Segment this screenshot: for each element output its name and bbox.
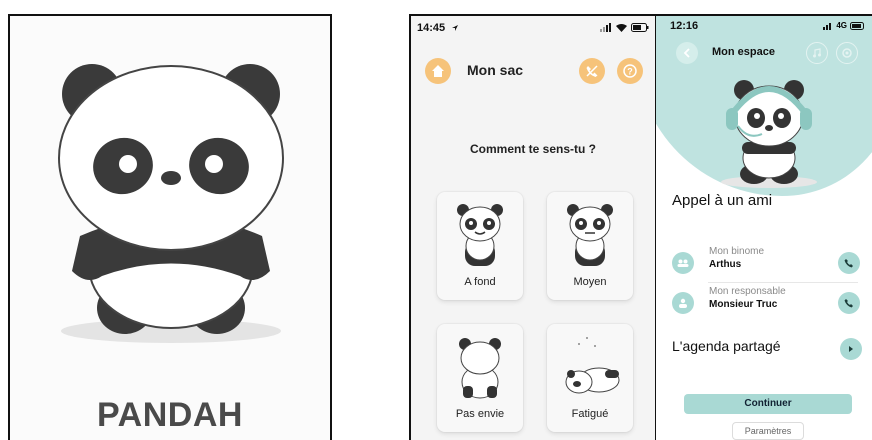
panda-happy-icon [457,204,503,266]
chevron-left-icon [683,48,690,58]
settings-link-button[interactable]: Paramètres [732,422,804,440]
emergency-call-button[interactable] [579,58,605,84]
mood-label: A fond [464,276,496,288]
chevron-right-icon [849,346,853,352]
contact-name: Monsieur Truc [709,299,778,310]
brand-wordmark: PANDAH [97,396,243,434]
home-button[interactable] [425,58,451,84]
call-binome-button[interactable] [838,252,860,274]
contact-role: Mon binome [709,246,765,257]
mood-card-moyen[interactable]: Moyen [547,192,633,300]
mood-question: Comment te sens-tu ? [469,142,596,156]
gear-icon [842,48,852,58]
wifi-icon [616,24,627,32]
status-time: 14:45 [417,22,446,34]
user-avatar-icon [672,292,694,314]
page-title: Mon espace [712,46,775,58]
open-agenda-button[interactable] [840,338,862,360]
home-icon [432,65,444,77]
panda-neutral-icon [567,204,613,266]
call-section-title: Appel à un ami [672,192,773,209]
mood-card-fatigue[interactable]: Fatigué [547,324,633,432]
mood-card-a-fond[interactable]: A fond [437,192,523,300]
divider [708,282,858,283]
music-icon [813,48,821,58]
logo-panel: PANDAH [8,14,332,440]
contact-row-responsable: Mon responsable Monsieur Truc [672,286,862,322]
phone-off-icon [586,65,598,77]
phone-icon [844,299,853,308]
settings-button[interactable] [836,42,858,64]
mood-label: Moyen [573,276,607,288]
music-button[interactable] [806,42,828,64]
contact-role: Mon responsable [709,286,786,297]
help-icon: ? [623,64,637,78]
svg-text:?: ? [627,67,633,77]
mood-screen: 14:45 Mon sac ? Comment te sens-tu ? A f… [409,14,656,440]
space-screen: 12:16 4G Mon espace Appel à un ami Mon b… [656,14,872,440]
panda-back-icon [459,338,501,399]
contact-row-binome: Mon binome Arthus [672,246,862,282]
location-arrow-icon [452,25,458,31]
status-icons [600,23,649,32]
status-icons: 4G [823,21,866,30]
help-button[interactable]: ? [617,58,643,84]
status-time: 12:16 [670,20,699,32]
signal-icon [823,22,832,30]
continue-button[interactable]: Continuer [684,394,852,414]
battery-icon [631,23,649,32]
phone-icon [844,259,853,268]
agenda-section-title: L'agenda partagé [672,338,781,354]
call-responsable-button[interactable] [838,292,860,314]
panda-headphones-illustration [721,80,817,188]
battery-icon [850,21,864,30]
group-avatar-icon [672,252,694,274]
signal-icon [600,23,611,32]
panda-lying-icon [565,337,620,394]
page-title: Mon sac [467,62,524,78]
contact-name: Arthus [709,259,742,270]
network-label: 4G [836,21,847,30]
mood-label: Pas envie [455,408,505,420]
mood-card-pas-envie[interactable]: Pas envie [437,324,523,432]
mood-label: Fatigué [571,408,609,420]
back-button[interactable] [676,42,698,64]
panda-mascot-illustration [58,64,284,343]
